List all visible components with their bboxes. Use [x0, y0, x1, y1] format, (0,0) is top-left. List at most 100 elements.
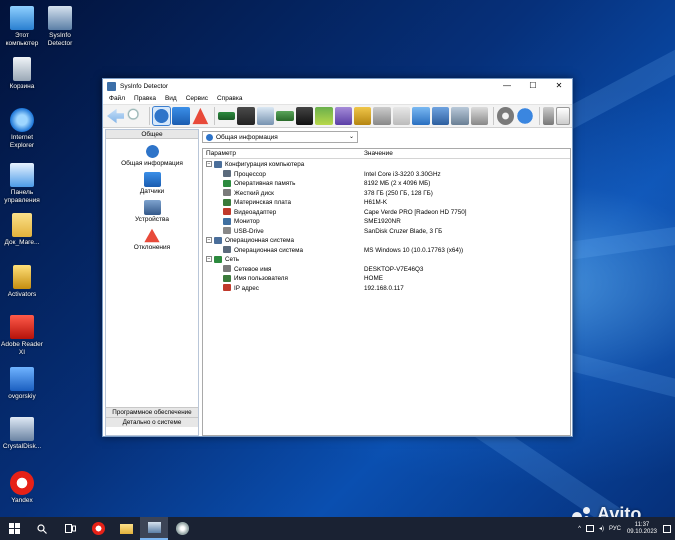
menu-service[interactable]: Сервис	[186, 95, 208, 102]
yandex-icon	[91, 522, 105, 535]
desktop-icon-yandex[interactable]: Yandex	[0, 471, 44, 505]
yandex-icon	[10, 471, 34, 495]
sysinfo-icon	[48, 6, 72, 30]
row-label: Жесткий диск	[234, 189, 274, 197]
table-group-row[interactable]: − Конфигурация компьютера	[206, 160, 566, 170]
desktop-icon-adobe[interactable]: Adobe Reader XI	[0, 315, 44, 356]
collapse-toggle-icon[interactable]: −	[206, 161, 212, 168]
start-button[interactable]	[0, 517, 28, 540]
drive-icon[interactable]	[470, 107, 488, 125]
menu-view[interactable]: Вид	[165, 95, 177, 102]
table-row[interactable]: Видеоадаптер Cape Verde PRO [Radeon HD 77…	[223, 208, 566, 218]
row-label: USB-Drive	[234, 227, 264, 235]
desktop-icon-control-panel[interactable]: Панель управления	[0, 163, 44, 204]
info-icon[interactable]	[151, 106, 172, 126]
camera-icon[interactable]	[392, 107, 411, 125]
row-label: Оперативная память	[234, 180, 296, 187]
menu-help[interactable]: Справка	[217, 95, 243, 102]
row-label: Операционная система	[234, 246, 304, 254]
card-icon[interactable]	[295, 107, 314, 125]
internet-explorer-icon	[10, 108, 34, 132]
media-icon[interactable]	[412, 107, 430, 125]
plug-icon[interactable]	[315, 107, 333, 125]
taskbar-app[interactable]	[168, 517, 196, 540]
nav-deviations[interactable]: Отклонения	[106, 228, 198, 251]
menu-edit[interactable]: Правка	[134, 95, 156, 102]
nav-label: Устройства	[134, 216, 169, 223]
back-arrow-icon[interactable]	[107, 108, 125, 124]
table-row[interactable]: Оперативная память 8192 МБ (2 x 4096 МБ)	[223, 179, 566, 189]
crystaldisk-icon	[10, 417, 34, 441]
menu-file[interactable]: Файл	[109, 95, 125, 102]
category-select[interactable]: Общая информация ⌄	[202, 131, 358, 143]
file-icon[interactable]	[556, 107, 570, 125]
nav-software[interactable]: Программное обеспечение	[106, 407, 198, 417]
display-icon[interactable]	[256, 107, 275, 125]
nav-sensors[interactable]: Датчики	[106, 172, 198, 195]
warning-icon[interactable]	[192, 107, 209, 125]
desktop-icon-activators[interactable]: Activators	[0, 265, 44, 299]
table-row[interactable]: Операционная система MS Windows 10 (10.0.…	[223, 246, 566, 256]
desktop-icon-crystaldisk[interactable]: CrystalDisk...	[0, 417, 44, 451]
search-icon[interactable]	[126, 107, 144, 125]
desktop-icon-docs[interactable]: Док_Маге...	[0, 213, 44, 247]
avito-logo-icon	[572, 507, 594, 517]
desktop-icon-label: ovgorskiy	[8, 393, 36, 400]
sensors-icon[interactable]	[172, 107, 190, 125]
minimize-button[interactable]: —	[494, 79, 520, 93]
notifications-icon[interactable]	[663, 524, 671, 533]
menu-bar: Файл Правка Вид Сервис Справка	[103, 93, 572, 105]
lock-icon[interactable]	[354, 107, 372, 125]
desktop-icon-ovgorskiy[interactable]: ovgorskiy	[0, 367, 44, 401]
print-icon[interactable]	[451, 107, 469, 125]
maximize-button[interactable]: ☐	[520, 79, 546, 93]
table-row[interactable]: Монитор SME1920NR	[223, 217, 566, 227]
row-label: Операционная система	[225, 237, 295, 244]
network-icon[interactable]	[431, 107, 450, 125]
table-group-row[interactable]: − Операционная система	[206, 236, 566, 246]
help-icon[interactable]	[516, 107, 534, 125]
close-button[interactable]: ✕	[546, 79, 572, 93]
cpu-icon[interactable]	[237, 107, 255, 125]
taskbar-yandex[interactable]	[84, 517, 112, 540]
phone-icon[interactable]	[542, 107, 555, 125]
collapse-toggle-icon[interactable]: −	[206, 237, 212, 244]
row-label: Видеоадаптер	[234, 208, 277, 216]
clock[interactable]: 11:37 09.10.2023	[627, 522, 657, 536]
title-bar[interactable]: SysInfo Detector — ☐ ✕	[103, 79, 572, 93]
desktop-icon-recycle-bin[interactable]: Корзина	[0, 57, 44, 91]
desktop-icon-sysinfo[interactable]: SysInfo Detector	[38, 6, 82, 47]
system-tray: ^ ◂) РУС 11:37 09.10.2023	[578, 517, 671, 540]
column-header-param[interactable]: Параметр	[206, 149, 236, 159]
memory-icon[interactable]	[218, 112, 236, 120]
table-row[interactable]: Имя пользователя HOME	[223, 274, 566, 284]
tools-icon[interactable]	[334, 107, 352, 125]
taskbar-explorer[interactable]	[112, 517, 140, 540]
item-icon	[223, 265, 231, 273]
gear-icon[interactable]	[496, 107, 515, 125]
table-row[interactable]: Сетевое имя DESKTOP-V7E46Q3	[223, 265, 566, 275]
table-row[interactable]: Материнская плата H61M-K	[223, 198, 566, 208]
table-group-row[interactable]: − Сеть	[206, 255, 566, 265]
desktop-icon-ie[interactable]: Internet Explorer	[0, 108, 44, 149]
taskbar-sysinfo[interactable]	[140, 517, 168, 540]
chevron-up-icon[interactable]: ^	[578, 526, 581, 532]
column-header-value[interactable]: Значение	[364, 149, 393, 159]
volume-icon[interactable]: ◂)	[599, 525, 604, 532]
table-row[interactable]: Жесткий диск 378 ГБ (250 ГБ, 128 ГБ)	[223, 189, 566, 199]
motherboard-icon[interactable]	[276, 111, 294, 121]
nav-general-info[interactable]: Общая информация	[106, 144, 198, 167]
avito-text: Avito	[597, 504, 642, 517]
table-row[interactable]: IP адрес 192.168.0.117	[223, 284, 566, 294]
collapse-toggle-icon[interactable]: −	[206, 256, 212, 263]
network-tray-icon[interactable]	[585, 525, 594, 532]
gpu-icon[interactable]	[373, 107, 391, 125]
nav-devices[interactable]: Устройства	[106, 200, 198, 223]
nav-system-details[interactable]: Детально о системе	[106, 417, 198, 427]
task-view-button[interactable]	[56, 517, 84, 540]
search-button[interactable]	[28, 517, 56, 540]
table-row[interactable]: USB-Drive SanDisk Cruzer Blade, 3 ГБ	[223, 227, 566, 237]
language-indicator[interactable]: РУС	[609, 526, 621, 532]
table-row[interactable]: Процессор Intel Core i3-3220 3.30GHz	[223, 170, 566, 180]
search-icon	[37, 523, 47, 534]
